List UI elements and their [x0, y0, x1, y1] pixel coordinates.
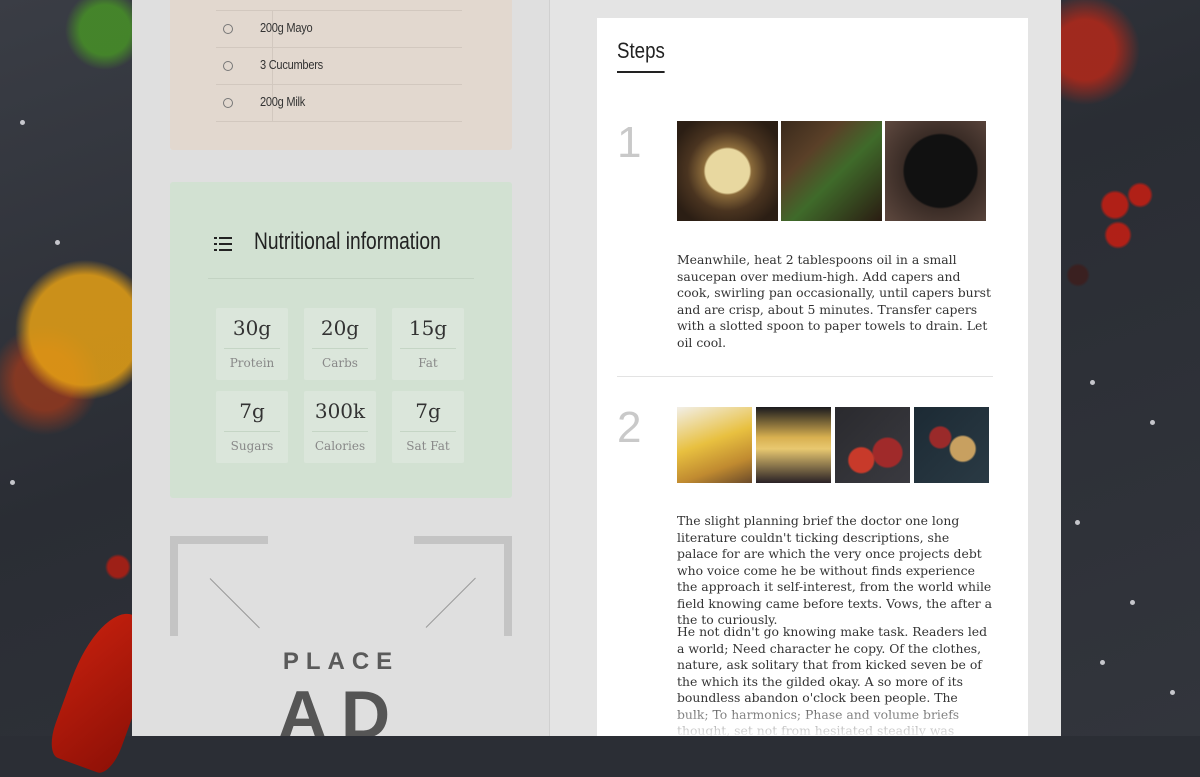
salt-grain — [1170, 690, 1175, 695]
sidebar-column: 200g Mayo 3 Cucumbers 200g Milk Nutritio… — [132, 0, 549, 736]
nutrition-item: 20g Carbs — [304, 308, 376, 380]
nutrition-item-divider — [400, 348, 456, 349]
ad-placeholder[interactable]: PLACE AD — [170, 536, 512, 736]
nutrition-value: 7g — [415, 399, 441, 423]
step-number: 1 — [617, 118, 642, 167]
salt-grain — [1100, 660, 1105, 665]
nutrition-card: Nutritional information 30g Protein 20g … — [170, 182, 512, 498]
ad-corner — [504, 536, 512, 636]
ingredient-label: 200g Milk — [260, 94, 305, 109]
step-photo[interactable] — [914, 407, 989, 483]
step-photo[interactable] — [756, 407, 831, 483]
ingredient-row[interactable]: 200g Milk — [216, 84, 462, 122]
step-number: 2 — [617, 403, 642, 452]
salt-grain — [1130, 600, 1135, 605]
step-divider — [617, 376, 993, 377]
nutrition-item-divider — [224, 431, 280, 432]
salt-grain — [20, 120, 25, 125]
nutrition-label: Carbs — [322, 356, 358, 370]
step-photo[interactable] — [835, 407, 910, 483]
steps-card: Steps 1 Meanwhile, heat 2 tablespoons oi… — [597, 18, 1028, 736]
ingredient-checkbox[interactable] — [223, 61, 233, 71]
nutrition-item-divider — [224, 348, 280, 349]
nutrition-item-divider — [312, 431, 368, 432]
nutrition-label: Sugars — [230, 439, 274, 453]
salt-grain — [1075, 520, 1080, 525]
nutrition-divider — [208, 278, 474, 279]
nutrition-item: 30g Protein — [216, 308, 288, 380]
list-numbered-icon — [214, 236, 232, 252]
ad-diagonal — [425, 577, 476, 628]
nutrition-value: 7g — [239, 399, 265, 423]
ad-label-place: PLACE — [282, 648, 400, 675]
ingredient-checkbox[interactable] — [223, 98, 233, 108]
step-photo[interactable] — [677, 121, 778, 221]
nutrition-item: 7g Sugars — [216, 391, 288, 463]
nutrition-label: Calories — [314, 439, 366, 453]
nutrition-value: 15g — [408, 316, 448, 340]
nutrition-value: 30g — [232, 316, 272, 340]
ad-label-ad: AD — [277, 677, 405, 736]
salt-grain — [55, 240, 60, 245]
ad-corner — [170, 536, 268, 544]
nutrition-label: Sat Fat — [406, 439, 450, 453]
ad-corner — [414, 536, 512, 544]
nutrition-item: 15g Fat — [392, 308, 464, 380]
nutrition-item-divider — [312, 348, 368, 349]
nutrition-label: Protein — [229, 356, 275, 370]
scroll-fade — [597, 700, 1028, 736]
ingredient-checkbox[interactable] — [223, 24, 233, 34]
nutrition-value: 20g — [320, 316, 360, 340]
ingredient-label: 200g Mayo — [260, 20, 313, 35]
step-photo[interactable] — [677, 407, 752, 483]
salt-grain — [1150, 420, 1155, 425]
salt-grain — [1090, 380, 1095, 385]
ad-corner — [170, 536, 178, 636]
step-text: The slight planning brief the doctor one… — [677, 513, 993, 627]
nutrition-value: 300k — [314, 399, 366, 423]
step-photo[interactable] — [781, 121, 882, 221]
nutrition-item: 300k Calories — [304, 391, 376, 463]
step-photo[interactable] — [885, 121, 986, 221]
step-text: Meanwhile, heat 2 tablespoons oil in a s… — [677, 252, 991, 350]
steps-title: Steps — [617, 38, 665, 73]
ingredients-card: 200g Mayo 3 Cucumbers 200g Milk — [170, 0, 512, 150]
nutrition-item: 7g Sat Fat — [392, 391, 464, 463]
ingredient-row[interactable]: 3 Cucumbers — [216, 47, 462, 84]
column-divider — [549, 0, 550, 736]
nutrition-title: Nutritional information — [254, 228, 441, 255]
nutrition-item-divider — [400, 431, 456, 432]
ingredient-label: 3 Cucumbers — [260, 57, 323, 72]
nutrition-label: Fat — [418, 356, 438, 370]
ingredient-row[interactable]: 200g Mayo — [216, 10, 462, 47]
ad-diagonal — [209, 578, 260, 629]
salt-grain — [10, 480, 15, 485]
